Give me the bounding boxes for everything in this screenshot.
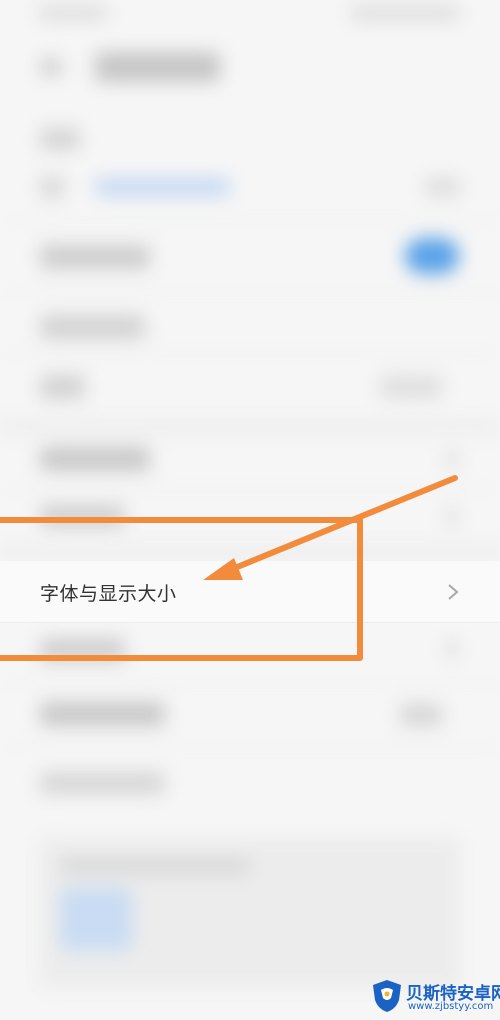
settings-row-font-display-size[interactable]: 字体与显示大小 [0,561,500,623]
watermark: 贝斯特安卓网 www.zjbstyy.com [370,976,500,1018]
chevron-right-icon [446,450,458,468]
setting-value-7 [400,704,442,726]
setting-label-5 [40,505,125,527]
section-header [40,128,80,150]
page-title [95,52,220,82]
setting-label-4 [40,447,150,471]
chevron-right-icon [448,584,459,600]
account-value [425,178,460,196]
status-bar-right [350,6,460,20]
setting-label-3 [40,375,85,399]
setting-value-3 [380,376,442,398]
account-link[interactable] [95,178,230,196]
preview-card-text [60,858,250,874]
setting-label-2 [40,315,145,339]
setting-label-6 [40,638,125,662]
setting-label-7 [40,702,165,726]
account-icon [40,176,64,198]
preview-card-image [60,888,132,950]
shield-logo-icon [373,980,401,1012]
section-footer-label [40,772,165,794]
font-display-size-label: 字体与显示大小 [40,583,177,605]
status-bar-left [38,6,108,20]
toggle-switch[interactable] [405,238,459,274]
setting-label-1 [40,245,150,269]
chevron-right-icon [446,508,458,526]
back-arrow-icon[interactable] [40,58,62,76]
watermark-url: www.zjbstyy.com [408,1001,494,1012]
blurred-settings-background [0,0,500,1020]
chevron-right-icon [446,640,458,658]
